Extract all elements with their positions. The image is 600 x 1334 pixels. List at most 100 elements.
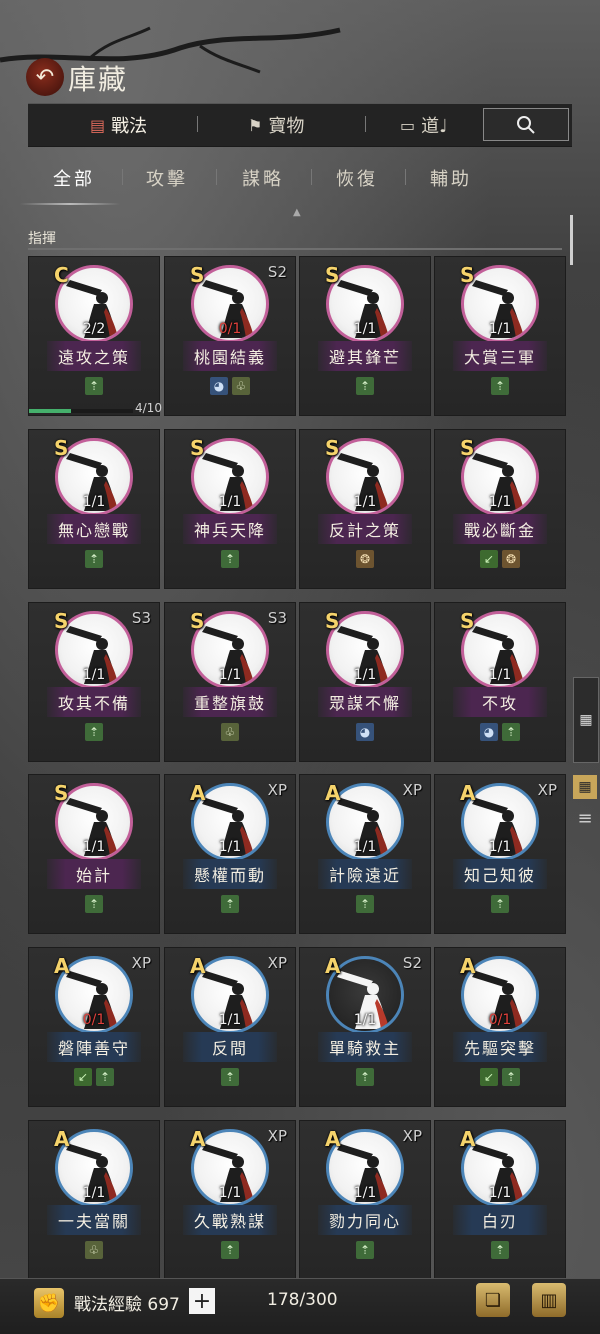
- grade-label: S: [190, 609, 205, 633]
- tactic-card[interactable]: A 1/1 一夫當關 ♧: [28, 1120, 160, 1280]
- tactic-card[interactable]: A XP 1/1 知己知彼 ⇡: [434, 774, 566, 934]
- subtab-all[interactable]: 全部: [53, 165, 95, 191]
- tactic-count: 2/2: [82, 321, 106, 337]
- tactic-count: 1/1: [488, 839, 512, 855]
- green-tag-icon: ⇡: [85, 895, 103, 913]
- gold-tag-icon: ❂: [356, 550, 374, 568]
- tactic-card[interactable]: S S3 1/1 重整旗鼓 ♧: [164, 602, 296, 762]
- tab-divider: [197, 116, 198, 132]
- tactic-card[interactable]: S 1/1 戰必斷金 ↙ ❂: [434, 429, 566, 589]
- grade-label: S: [190, 263, 205, 287]
- tactic-card[interactable]: S S2 0/1 桃園結義 ◕ ♧: [164, 256, 296, 416]
- subtab-attack[interactable]: 攻擊: [146, 165, 188, 191]
- tactic-count: 1/1: [488, 667, 512, 683]
- green-tag-icon: ⇡: [221, 1241, 239, 1259]
- green-tag-icon: ⇡: [491, 895, 509, 913]
- tab-treasure[interactable]: ⚑ 寶物: [248, 104, 304, 146]
- tactic-card[interactable]: S 1/1 始計 ⇡: [28, 774, 160, 934]
- green-tag-icon: ⇡: [502, 723, 520, 741]
- tactic-name: 桃園結義: [183, 341, 277, 371]
- tactic-count: 1/1: [82, 667, 106, 683]
- grade-label: S: [54, 436, 69, 460]
- book-scroll-button[interactable]: ❏: [476, 1283, 510, 1317]
- tactic-card[interactable]: S 1/1 神兵天降 ⇡: [164, 429, 296, 589]
- subtab-support[interactable]: 輔助: [430, 165, 472, 191]
- tactic-tags: ⇡: [165, 1068, 295, 1086]
- scroll-icon: ▤: [90, 115, 106, 135]
- back-button[interactable]: ↶: [26, 58, 64, 96]
- tactic-card[interactable]: A XP 1/1 懸權而動 ⇡: [164, 774, 296, 934]
- tactic-name: 懸權而動: [183, 859, 277, 889]
- book-scroll-icon: ❏: [484, 1289, 502, 1311]
- scrollbar[interactable]: [570, 215, 573, 265]
- view-toggle-small[interactable]: ▦: [573, 677, 599, 763]
- tactic-count: 1/1: [353, 1012, 377, 1028]
- subtab-recovery[interactable]: 恢復: [336, 165, 378, 191]
- tactic-card[interactable]: S 1/1 避其鋒芒 ⇡: [299, 256, 431, 416]
- subtab-strategy[interactable]: 謀略: [242, 165, 284, 191]
- grade-label: C: [54, 263, 69, 287]
- tab-items[interactable]: ▭ 道♩: [400, 104, 448, 146]
- tactic-count: 1/1: [218, 494, 242, 510]
- grade-label: A: [190, 1127, 206, 1151]
- tactic-name: 知己知彼: [453, 859, 547, 889]
- tab-divider: [365, 116, 366, 132]
- leaf-tag-icon: ↙: [480, 1068, 498, 1086]
- tactic-card[interactable]: S 1/1 無心戀戰 ⇡: [28, 429, 160, 589]
- add-exp-button[interactable]: +: [189, 1288, 215, 1314]
- search-icon: [517, 115, 535, 134]
- tactic-tags: ⇡: [165, 1241, 295, 1259]
- grade-label: A: [460, 781, 476, 805]
- tactic-tags: ⇡: [300, 1068, 430, 1086]
- tactic-card[interactable]: A XP 1/1 計險遠近 ⇡: [299, 774, 431, 934]
- tactic-card[interactable]: S 1/1 眾謀不懈 ◕: [299, 602, 431, 762]
- tab-tactics[interactable]: ▤ 戰法: [90, 104, 147, 146]
- grade-label: S: [325, 263, 340, 287]
- green-tag-icon: ⇡: [356, 895, 374, 913]
- green-tag-icon: ⇡: [85, 723, 103, 741]
- bamboo-scroll-button[interactable]: ▥: [532, 1283, 566, 1317]
- tactic-name: 磐陣善守: [47, 1032, 141, 1062]
- tactic-card[interactable]: S S3 1/1 攻其不備 ⇡: [28, 602, 160, 762]
- tactic-card[interactable]: A S2 1/1 單騎救主 ⇡: [299, 947, 431, 1107]
- season-badge: S2: [267, 263, 287, 281]
- storage-capacity: 178/300: [267, 1290, 338, 1310]
- subtab-divider: [311, 169, 312, 185]
- tactic-card[interactable]: A XP 0/1 磐陣善守 ↙ ⇡: [28, 947, 160, 1107]
- green-tag-icon: ⇡: [85, 550, 103, 568]
- tactic-name: 反間: [183, 1032, 277, 1062]
- tactic-tags: ❂: [300, 550, 430, 568]
- section-divider: [28, 248, 562, 250]
- tactic-tags: ♧: [29, 1241, 159, 1259]
- tactic-name: 神兵天降: [183, 514, 277, 544]
- tactic-card[interactable]: A XP 1/1 勠力同心 ⇡: [299, 1120, 431, 1280]
- tactic-count: 1/1: [82, 494, 106, 510]
- view-toggle-list[interactable]: ≡: [573, 806, 597, 830]
- tactic-card[interactable]: A 0/1 先驅突擊 ↙ ⇡: [434, 947, 566, 1107]
- tactic-name: 先驅突擊: [453, 1032, 547, 1062]
- tactic-card[interactable]: C 2/2 遠攻之策 ⇡ 4/10: [28, 256, 162, 416]
- tactic-card[interactable]: A XP 1/1 反間 ⇡: [164, 947, 296, 1107]
- tactic-name: 勠力同心: [318, 1205, 412, 1235]
- season-badge: XP: [267, 954, 287, 972]
- grade-label: S: [325, 609, 340, 633]
- tactic-tags: ↙ ⇡: [29, 1068, 159, 1086]
- tactic-count: 1/1: [82, 839, 106, 855]
- tactic-card[interactable]: S 1/1 不攻 ◕ ⇡: [434, 602, 566, 762]
- tactic-count: 1/1: [82, 1185, 106, 1201]
- tactic-count: 0/1: [218, 321, 242, 337]
- olive-tag-icon: ♧: [232, 377, 250, 395]
- season-badge: XP: [267, 781, 287, 799]
- tactic-name: 無心戀戰: [47, 514, 141, 544]
- view-toggle-large[interactable]: ▦: [573, 775, 597, 799]
- tactic-card[interactable]: A XP 1/1 久戰熟謀 ⇡: [164, 1120, 296, 1280]
- search-button[interactable]: [483, 108, 569, 141]
- book-icon: ▭: [400, 115, 416, 135]
- tactic-card[interactable]: A 1/1 白刃 ⇡: [434, 1120, 566, 1280]
- tactic-tags: ⇡: [165, 550, 295, 568]
- tactic-name: 戰必斷金: [453, 514, 547, 544]
- tactic-card[interactable]: S 1/1 反計之策 ❂: [299, 429, 431, 589]
- season-badge: XP: [131, 954, 151, 972]
- tactic-card[interactable]: S 1/1 大賞三軍 ⇡: [434, 256, 566, 416]
- green-tag-icon: ⇡: [221, 895, 239, 913]
